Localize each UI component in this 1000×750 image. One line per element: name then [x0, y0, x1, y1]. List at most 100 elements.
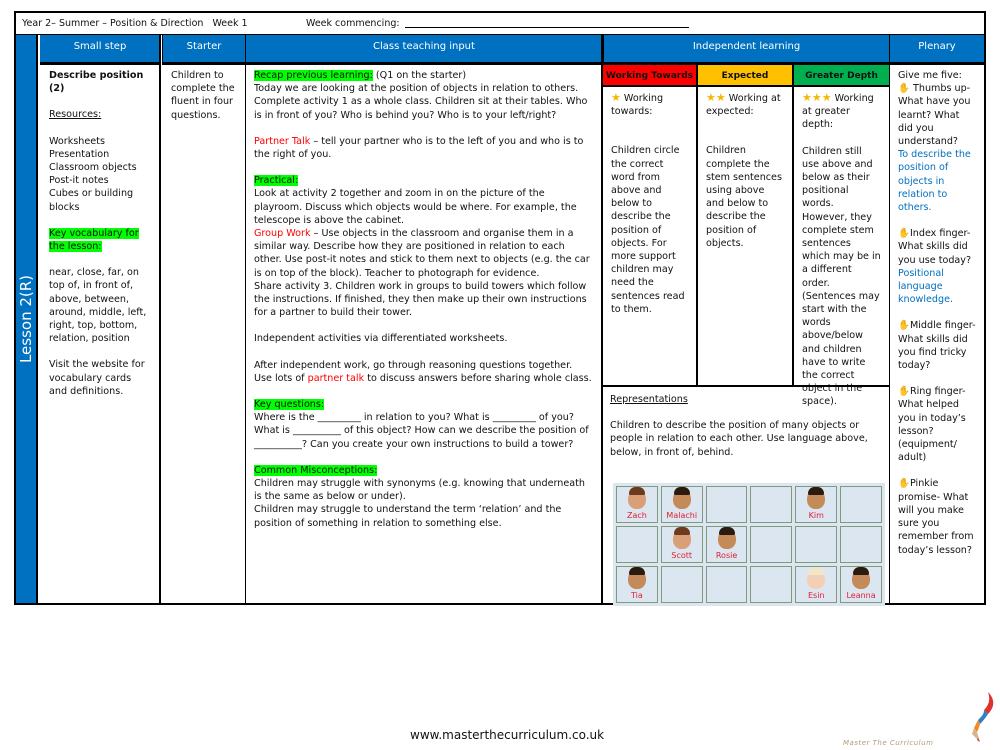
plenary-question: Ring finger- What helped you in today’s … [898, 386, 966, 464]
expected-cell: ★★ Working at expected: Children complet… [698, 87, 794, 385]
child-avatar-icon [627, 567, 646, 589]
child-name: Rosie [715, 551, 738, 560]
star-icon: ★★★ [802, 91, 832, 104]
hand-icon: ✋ [898, 320, 910, 332]
child-name: Malachi [666, 511, 698, 520]
level-text: Children complete the stem sentences usi… [706, 145, 782, 249]
plenary-question: Pinkie promise- What will you make sure … [898, 478, 974, 556]
level-working-towards: Working Towards [603, 65, 698, 87]
resource-item: Post-it notes [49, 175, 109, 187]
plenary-cell: Give me five: ✋ Thumbs up- What have you… [890, 65, 984, 603]
level-text: Children still use above and below as th… [802, 145, 881, 408]
child-avatar-icon [672, 527, 691, 549]
lesson-column: Lesson 2(R) [16, 35, 38, 603]
header-small-step: Small step [40, 35, 160, 65]
starter-text: Children to complete the fluent in four … [171, 70, 235, 121]
star-icon: ★ [611, 91, 621, 104]
top-bar: Year 2– Summer – Position & Direction We… [16, 13, 984, 35]
small-step-title: Describe position (2) [49, 70, 144, 95]
intro-text: Today we are looking at the position of … [254, 83, 579, 95]
greater-depth-cell: ★★★ Working at greater depth: Children s… [794, 87, 889, 407]
level-text: Children circle the correct word from ab… [611, 145, 685, 315]
child-avatar-icon [807, 567, 826, 589]
lesson-label: Lesson 2(R) [17, 274, 35, 364]
star-icon: ★★ [706, 91, 726, 104]
intro-text: Complete activity 1 as a whole class. Ch… [254, 96, 588, 121]
pencil-logo-icon [972, 692, 994, 742]
share-text: Share activity 3. Children work in group… [254, 280, 587, 319]
level-expected: Expected [698, 65, 794, 87]
starter-cell: Children to complete the fluent in four … [162, 65, 245, 603]
grid-cell [840, 486, 882, 523]
document-title: Year 2– Summer – Position & Direction We… [22, 18, 248, 29]
child-name: Leanna [846, 591, 876, 600]
partner-talk-label: Partner Talk [254, 135, 311, 147]
recap-label: Recap previous learning: [254, 70, 373, 81]
week-commencing-label: Week commencing: [306, 18, 400, 29]
hand-icon: ✋ [898, 228, 910, 240]
week-commencing-field[interactable] [404, 18, 689, 28]
resource-item: Presentation [49, 148, 110, 160]
plenary-answer: To describe the position of objects in r… [898, 149, 971, 214]
grid-cell [750, 526, 793, 563]
grid-cell [705, 566, 748, 603]
website-note: Visit the website for vocabulary cards a… [49, 359, 145, 397]
plenary-intro: Give me five: [898, 70, 962, 81]
grid-cell: Zach [616, 486, 658, 523]
grid-cell: Rosie [705, 526, 748, 563]
practical-label: Practical: [254, 175, 299, 187]
child-name: Scott [671, 551, 693, 560]
key-questions-label: Key questions: [254, 399, 325, 411]
grid-cell: Leanna [840, 566, 882, 603]
grid-cell: Malachi [660, 486, 703, 523]
header-plenary: Plenary [889, 35, 984, 65]
independent-note: Independent activities via differentiate… [254, 333, 508, 345]
resources-label: Resources: [49, 109, 102, 121]
header-starter: Starter [162, 35, 245, 65]
misconception-text: Children may struggle to understand the … [254, 504, 562, 529]
practical-text: Look at activity 2 together and zoom in … [254, 188, 577, 226]
small-step-cell: Describe position (2) Resources: Workshe… [40, 65, 159, 603]
child-avatar-icon [807, 487, 826, 509]
child-name: Zach [626, 511, 647, 520]
child-name: Esin [807, 591, 825, 600]
week-commencing: Week commencing: [306, 13, 689, 35]
grid-cell: Tia [616, 566, 658, 603]
child-name: Kim [808, 511, 824, 520]
hand-icon: ✋ [898, 83, 910, 95]
grid-cell: Esin [795, 566, 838, 603]
vocabulary-list: near, close, far, on top of, in front of… [49, 267, 147, 345]
seating-grid: Zach Malachi Kim Scott Rosie Tia Esin Leanna [613, 483, 885, 606]
hand-icon: ✋ [898, 478, 910, 490]
child-avatar-icon [672, 487, 691, 509]
resource-item: Worksheets [49, 135, 105, 147]
child-avatar-icon [852, 567, 871, 589]
representations-text: Children to describe the position of man… [610, 420, 868, 458]
class-teaching-cell: Recap previous learning: (Q1 on the star… [246, 65, 601, 603]
misconception-text: Children may struggle with synonyms (e.g… [254, 478, 585, 503]
child-name: Tia [631, 591, 643, 600]
website-url[interactable]: www.masterthecurriculum.co.uk [410, 728, 604, 742]
recap-note: (Q1 on the starter) [372, 70, 467, 81]
grid-cell: Scott [660, 526, 703, 563]
group-work-label: Group Work [254, 228, 311, 240]
key-questions-text: Where is the _________ in relation to yo… [254, 412, 589, 450]
grid-cell [616, 526, 658, 563]
resource-item: Cubes or building blocks [49, 188, 134, 213]
divider [159, 35, 161, 603]
header-class-teaching: Class teaching input [245, 35, 602, 65]
level-greater-depth: Greater Depth [794, 65, 889, 87]
plenary-answer: Positional language knowledge. [898, 267, 954, 306]
header-independent: Independent learning [602, 35, 889, 65]
logo-text: Master The Curriculum [843, 739, 934, 747]
hand-icon: ✋ [898, 386, 910, 398]
grid-cell [660, 566, 703, 603]
working-towards-cell: ★ Working towards: Children circle the c… [603, 87, 698, 385]
misconceptions-label: Common Misconceptions: [254, 464, 378, 476]
vocabulary-label: Key vocabulary for the lesson: [49, 227, 139, 253]
grid-cell [750, 566, 793, 603]
representations-label: Representations [610, 394, 688, 405]
grid-cell: Kim [795, 486, 838, 523]
grid-cell [840, 526, 882, 563]
lesson-plan-sheet: Year 2– Summer – Position & Direction We… [14, 11, 986, 606]
